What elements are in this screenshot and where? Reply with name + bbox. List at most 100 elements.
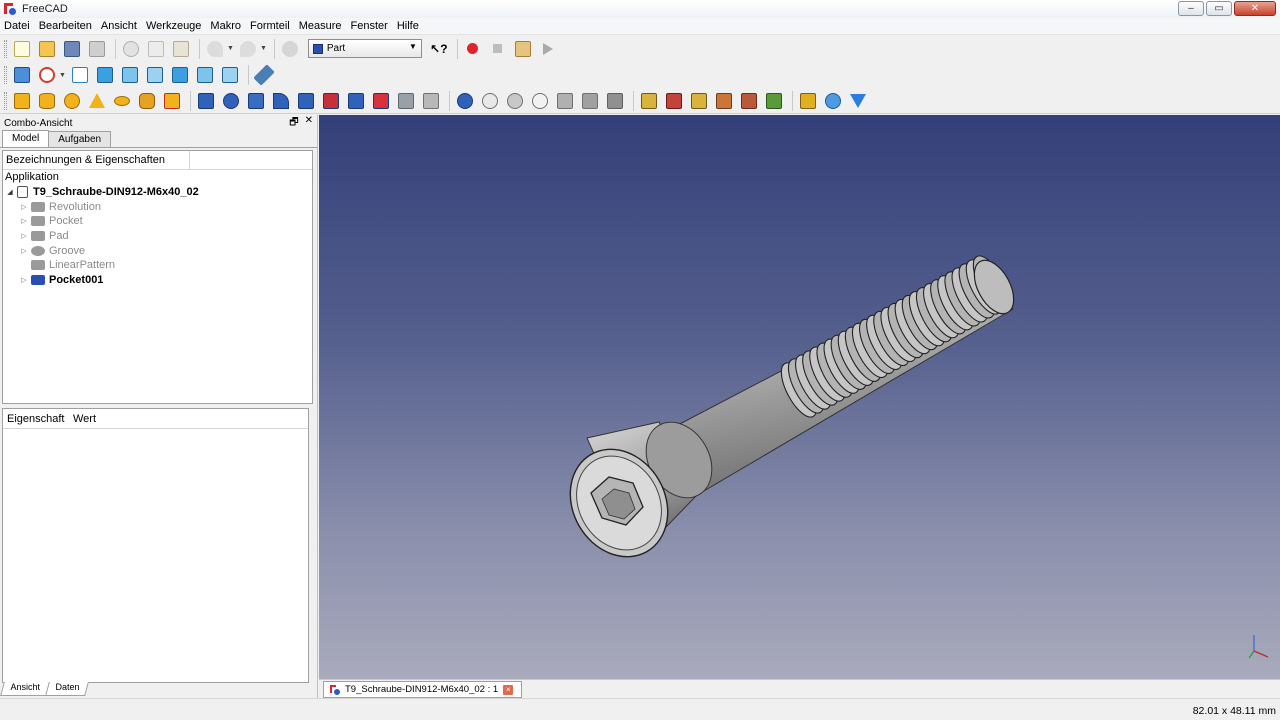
menu-measure[interactable]: Measure	[299, 20, 342, 32]
view-left-icon[interactable]	[219, 64, 241, 86]
new-document-icon[interactable]	[11, 38, 33, 60]
close-button[interactable]: ✕	[1234, 1, 1276, 16]
menu-werkzeuge[interactable]: Werkzeuge	[146, 20, 201, 32]
cone-icon[interactable]	[86, 90, 108, 112]
float-panel-icon[interactable]: 🗗	[289, 115, 298, 132]
macro-run-icon[interactable]	[537, 38, 559, 60]
revolve-icon[interactable]	[220, 90, 242, 112]
workbench-selector[interactable]: Part ▼	[307, 39, 422, 58]
common-icon[interactable]	[529, 90, 551, 112]
toolbar-grip[interactable]	[4, 39, 7, 58]
screw-model[interactable]	[319, 115, 1280, 679]
macro-edit-icon[interactable]	[512, 38, 534, 60]
cylinder-icon[interactable]	[36, 90, 58, 112]
projection-icon[interactable]	[763, 90, 785, 112]
thickness-icon[interactable]	[688, 90, 710, 112]
ruled-surface-icon[interactable]	[345, 90, 367, 112]
box-icon[interactable]	[11, 90, 33, 112]
check-geometry-icon[interactable]	[638, 90, 660, 112]
undo-icon[interactable]	[204, 38, 226, 60]
import-key-icon[interactable]	[797, 90, 819, 112]
tree-item-pocket001[interactable]: ▷ Pocket001	[3, 273, 312, 288]
defeaturing-icon[interactable]	[663, 90, 685, 112]
split-features-icon[interactable]	[579, 90, 601, 112]
arrow-down-icon[interactable]	[847, 90, 869, 112]
menu-makro[interactable]: Makro	[210, 20, 241, 32]
view-top-icon[interactable]	[119, 64, 141, 86]
toolbar-grip[interactable]	[4, 91, 7, 110]
tree-item-pocket[interactable]: ▷ Pocket	[3, 214, 312, 229]
offset-icon[interactable]	[713, 90, 735, 112]
paste-icon[interactable]	[170, 38, 192, 60]
maximize-button[interactable]: ▭	[1206, 1, 1232, 16]
tree-root[interactable]: Applikation	[3, 170, 312, 185]
extrude-icon[interactable]	[195, 90, 217, 112]
draw-style-icon[interactable]	[36, 64, 58, 86]
view-rear-icon[interactable]	[169, 64, 191, 86]
make-face-icon[interactable]	[320, 90, 342, 112]
torus-icon[interactable]	[111, 90, 133, 112]
tree-document[interactable]: ◢ T9_Schraube-DIN912-M6x40_02	[3, 185, 312, 200]
view-front-icon[interactable]	[94, 64, 116, 86]
print-icon[interactable]	[86, 38, 108, 60]
primitives-icon[interactable]	[136, 90, 158, 112]
expand-icon[interactable]: ▷	[19, 276, 29, 284]
tree-item-pad[interactable]: ▷ Pad	[3, 229, 312, 244]
macro-stop-icon[interactable]	[487, 38, 509, 60]
collapse-icon[interactable]: ◢	[5, 188, 15, 196]
undo-dropdown-icon[interactable]: ▼	[227, 45, 234, 52]
menu-bearbeiten[interactable]: Bearbeiten	[39, 20, 92, 32]
tree-item-groove[interactable]: ▷ Groove	[3, 243, 312, 258]
tab-daten[interactable]: Daten	[44, 682, 89, 696]
toolbar-grip[interactable]	[4, 66, 7, 84]
fuse-icon[interactable]	[504, 90, 526, 112]
menu-fenster[interactable]: Fenster	[351, 20, 388, 32]
macro-record-icon[interactable]	[462, 38, 484, 60]
sphere-icon[interactable]	[61, 90, 83, 112]
fillet-icon[interactable]	[270, 90, 292, 112]
tree-item-linearpattern[interactable]: LinearPattern	[3, 258, 312, 273]
open-folder-icon[interactable]	[36, 38, 58, 60]
close-panel-icon[interactable]: ✕	[305, 115, 313, 132]
expand-icon[interactable]: ▷	[19, 247, 29, 255]
menu-formteil[interactable]: Formteil	[250, 20, 290, 32]
refresh-icon[interactable]	[279, 38, 301, 60]
cut-boolean-icon[interactable]	[479, 90, 501, 112]
menu-datei[interactable]: Datei	[4, 20, 30, 32]
expand-icon[interactable]: ▷	[19, 217, 29, 225]
redo-icon[interactable]	[237, 38, 259, 60]
section-icon[interactable]	[420, 90, 442, 112]
boolean-icon[interactable]	[454, 90, 476, 112]
minimize-button[interactable]: –	[1178, 1, 1204, 16]
close-tab-icon[interactable]: ×	[503, 684, 514, 695]
sync-icon[interactable]	[822, 90, 844, 112]
copy-icon[interactable]	[145, 38, 167, 60]
measure-distance-icon[interactable]	[253, 64, 275, 86]
document-tab[interactable]: T9_Schraube-DIN912-M6x40_02 : 1 ×	[323, 681, 523, 698]
tab-ansicht[interactable]: Ansicht	[0, 682, 50, 696]
redo-dropdown-icon[interactable]: ▼	[260, 45, 267, 52]
cut-icon[interactable]	[120, 38, 142, 60]
chamfer-icon[interactable]	[295, 90, 317, 112]
expand-icon[interactable]: ▷	[19, 232, 29, 240]
menu-ansicht[interactable]: Ansicht	[101, 20, 137, 32]
save-icon[interactable]	[61, 38, 83, 60]
whats-this-icon[interactable]: ↖?	[428, 38, 450, 60]
join-features-icon[interactable]	[554, 90, 576, 112]
compound-icon[interactable]	[604, 90, 626, 112]
fit-all-icon[interactable]	[11, 64, 33, 86]
draw-style-dropdown-icon[interactable]: ▼	[59, 72, 66, 79]
loft-icon[interactable]	[370, 90, 392, 112]
view-isometric-icon[interactable]	[69, 64, 91, 86]
tab-model[interactable]: Model	[2, 130, 50, 147]
tree-item-revolution[interactable]: ▷ Revolution	[3, 199, 312, 214]
menu-hilfe[interactable]: Hilfe	[397, 20, 419, 32]
sweep-icon[interactable]	[395, 90, 417, 112]
view-bottom-icon[interactable]	[194, 64, 216, 86]
mirror-icon[interactable]	[245, 90, 267, 112]
shape-builder-icon[interactable]	[161, 90, 183, 112]
offset-2d-icon[interactable]	[738, 90, 760, 112]
3d-viewport[interactable]	[319, 115, 1280, 679]
expand-icon[interactable]: ▷	[19, 203, 29, 211]
tab-aufgaben[interactable]: Aufgaben	[48, 131, 112, 147]
